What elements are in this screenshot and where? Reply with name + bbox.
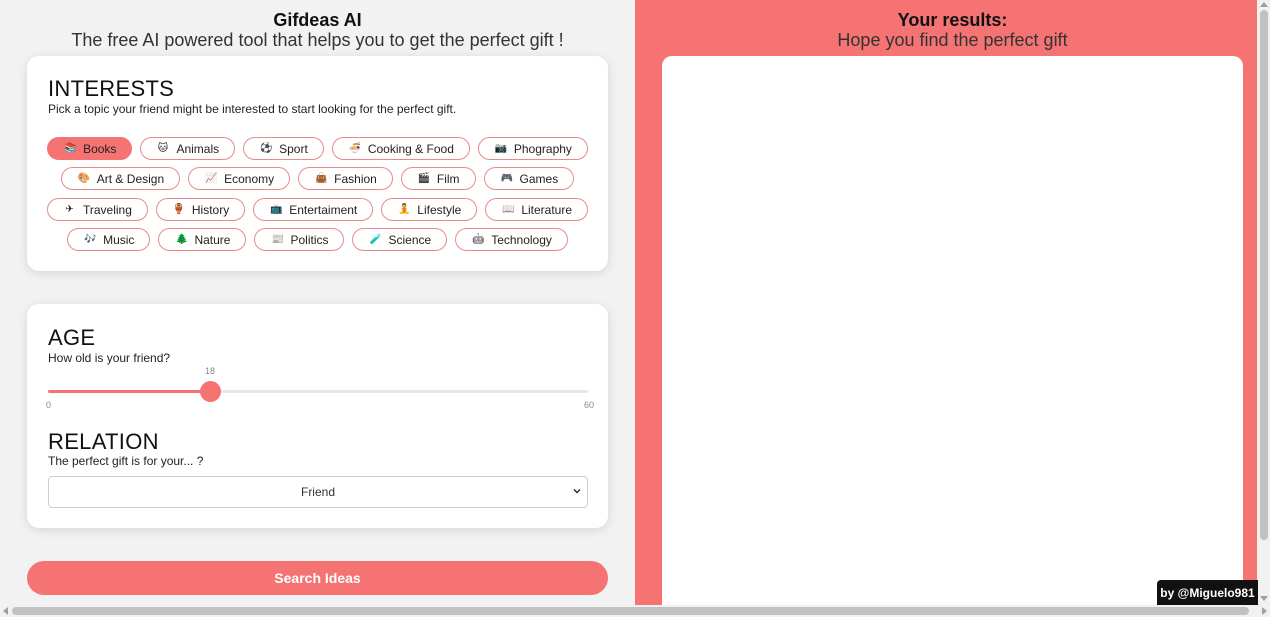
- interest-tag-traveling[interactable]: ✈ Traveling: [46, 198, 148, 221]
- television-icon: 📺: [270, 204, 283, 215]
- interest-tag-label: Lifestyle: [417, 202, 462, 217]
- vertical-scrollbar[interactable]: [1258, 0, 1270, 605]
- interest-tag-games[interactable]: 🎮 Games: [483, 167, 575, 190]
- tree-icon: 🌲: [175, 234, 188, 245]
- interest-tag-label: Games: [519, 171, 559, 186]
- interest-tag-label: Technology: [491, 232, 552, 247]
- interests-card: INTERESTS Pick a topic your friend might…: [27, 56, 608, 271]
- interest-tag-label: Sport: [279, 141, 308, 156]
- amphora-icon: 🏺: [172, 204, 186, 215]
- interest-tag-label: Books: [83, 141, 117, 156]
- search-ideas-button[interactable]: Search Ideas: [27, 561, 608, 595]
- interest-tag-label: Literature: [521, 202, 573, 217]
- open-book-icon: 📖: [502, 204, 515, 215]
- interest-tag-label: Film: [436, 171, 460, 186]
- chart-increasing-icon: 📈: [205, 173, 218, 184]
- interest-tag-literature[interactable]: 📖 Literature: [485, 198, 589, 221]
- interest-tag-label: Cooking & Food: [367, 141, 454, 156]
- camera-icon: 📷: [494, 143, 508, 154]
- interest-tag-label: Entertaiment: [289, 202, 358, 217]
- interest-tag-label: Phography: [513, 141, 572, 156]
- interest-tag-row: 🎶 Music 🌲 Nature 📰 Politics 🧪 Science 🤖 Technolog…: [27, 228, 608, 251]
- scroll-up-arrow-icon[interactable]: [1260, 2, 1268, 7]
- interest-tag-cooking-food[interactable]: 🍜 Cooking & Food: [331, 137, 470, 160]
- age-slider-min: 0: [46, 400, 52, 410]
- interest-tag-label: Animals: [176, 141, 220, 156]
- interest-tag-fashion[interactable]: 👜 Fashion: [298, 167, 393, 190]
- scroll-right-arrow-icon[interactable]: [1262, 607, 1267, 615]
- age-slider[interactable]: 18 0 60: [46, 366, 594, 416]
- scroll-left-arrow-icon[interactable]: [3, 607, 8, 615]
- interest-tag-entertaiment[interactable]: 📺 Entertaiment: [253, 198, 374, 221]
- interest-tag-animals[interactable]: 🐱 Animals: [140, 137, 236, 160]
- interest-tag-label: Fashion: [334, 171, 377, 186]
- app-title: Gifdeas AI: [273, 10, 362, 30]
- interest-tag-technology[interactable]: 🤖 Technology: [455, 228, 568, 251]
- relation-description: The perfect gift is for your... ?: [48, 454, 204, 468]
- age-description: How old is your friend?: [48, 351, 171, 365]
- palette-icon: 🎨: [77, 173, 91, 184]
- age-slider-thumb[interactable]: [200, 381, 221, 402]
- interests-description: Pick a topic your friend might be intere…: [48, 102, 457, 116]
- interest-tag-science[interactable]: 🧪 Science: [352, 228, 448, 251]
- interest-tag-lifestyle[interactable]: 🧘 Lifestyle: [381, 198, 478, 221]
- interest-tag-politics[interactable]: 📰 Politics: [254, 228, 345, 251]
- interest-tag-label: Traveling: [82, 202, 132, 217]
- food-bowl-icon: 🍜: [348, 143, 362, 154]
- soccer-ball-icon: ⚽: [260, 143, 273, 154]
- test-tube-icon: 🧪: [369, 234, 382, 245]
- interest-tag-label: Art & Design: [96, 171, 165, 186]
- app-subtitle: The free AI powered tool that helps you …: [71, 30, 564, 50]
- airplane-icon: ✈: [65, 204, 74, 215]
- robot-icon: 🤖: [472, 234, 485, 245]
- author-credit-link[interactable]: by @Miguelo981: [1157, 580, 1258, 605]
- interest-tag-sport[interactable]: ⚽ Sport: [243, 137, 324, 160]
- interest-tag-row: ✈ Traveling 🏺 History 📺 Entertaiment 🧘 Lifestyl…: [27, 198, 608, 221]
- interest-tag-label: Politics: [290, 232, 329, 247]
- interests-title: INTERESTS: [48, 76, 175, 101]
- relation-select[interactable]: Friend: [48, 476, 588, 508]
- interest-tag-label: Economy: [224, 171, 275, 186]
- results-title: Your results:: [897, 10, 1008, 30]
- age-slider-value: 18: [204, 366, 216, 376]
- results-panel: [662, 56, 1243, 605]
- age-title: AGE: [48, 325, 96, 350]
- game-controller-icon: 🎮: [500, 173, 513, 184]
- results-subtitle: Hope you find the perfect gift: [837, 30, 1068, 50]
- relation-select-value: Friend: [300, 485, 335, 499]
- interest-tag-label: Science: [388, 232, 432, 247]
- interest-tag-row: 📚 Books 🐱 Animals ⚽ Sport 🍜 Cooking & Food 📷 Phog…: [27, 137, 608, 160]
- interest-tag-history[interactable]: 🏺 History: [155, 198, 246, 221]
- cat-icon: 🐱: [157, 143, 169, 154]
- horizontal-scroll-thumb[interactable]: [12, 607, 1249, 615]
- interest-tag-economy[interactable]: 📈 Economy: [188, 167, 291, 190]
- age-slider-fill: [48, 390, 210, 393]
- lifestyle-icon: 🧘: [398, 204, 411, 215]
- clapper-board-icon: 🎬: [417, 173, 431, 184]
- interest-tag-phography[interactable]: 📷 Phography: [477, 137, 588, 160]
- scroll-down-arrow-icon[interactable]: [1260, 596, 1268, 601]
- interest-tag-label: Nature: [194, 232, 231, 247]
- interest-tag-row: 🎨 Art & Design 📈 Economy 👜 Fashion 🎬 Film 🎮 Games: [27, 167, 608, 190]
- age-slider-max: 60: [583, 400, 594, 410]
- vertical-scroll-thumb[interactable]: [1260, 10, 1268, 540]
- interest-tag-label: Music: [103, 232, 135, 247]
- handbag-icon: 👜: [315, 173, 328, 184]
- interest-tag-art-design[interactable]: 🎨 Art & Design: [60, 167, 181, 190]
- interest-tag-film[interactable]: 🎬 Film: [400, 167, 476, 190]
- age-relation-card: AGE How old is your friend? 18 0 60 RELA…: [27, 304, 608, 528]
- chevron-down-icon: [573, 489, 581, 494]
- interest-tag-books[interactable]: 📚 Books: [47, 137, 133, 160]
- relation-title: RELATION: [48, 429, 159, 454]
- newspaper-icon: 📰: [271, 234, 284, 245]
- horizontal-scrollbar[interactable]: [0, 605, 1270, 617]
- books-icon: 📚: [64, 143, 77, 154]
- interest-tag-label: History: [191, 202, 230, 217]
- interest-tag-music[interactable]: 🎶 Music: [67, 228, 151, 251]
- music-notes-icon: 🎶: [84, 234, 97, 245]
- interest-tag-nature[interactable]: 🌲 Nature: [158, 228, 247, 251]
